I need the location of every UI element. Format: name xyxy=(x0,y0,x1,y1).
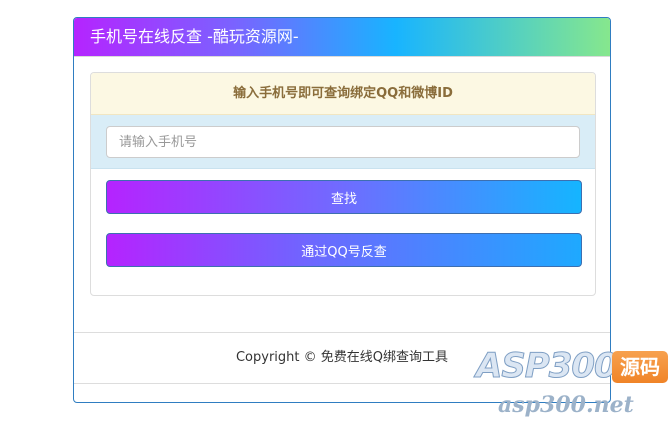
watermark-logo: ASP300 xyxy=(476,346,619,387)
panel-header: 手机号在线反查 -酷玩资源网- xyxy=(74,18,610,57)
page-title: 手机号在线反查 -酷玩资源网- xyxy=(90,27,299,46)
copyright-text: Copyright © 免费在线Q绑查询工具 xyxy=(235,350,449,365)
input-row xyxy=(91,115,595,169)
phone-input[interactable] xyxy=(106,126,580,158)
notice-text: 输入手机号即可查询绑定QQ和微博ID xyxy=(233,86,453,101)
watermark-badge: 源码 xyxy=(612,351,668,383)
query-card: 输入手机号即可查询绑定QQ和微博ID 查找 通过QQ号反查 xyxy=(90,72,596,296)
watermark-url: asp300.net xyxy=(498,392,634,418)
qq-reverse-button[interactable]: 通过QQ号反查 xyxy=(106,233,582,267)
search-button[interactable]: 查找 xyxy=(106,180,582,214)
notice-banner: 输入手机号即可查询绑定QQ和微博ID xyxy=(91,73,595,115)
